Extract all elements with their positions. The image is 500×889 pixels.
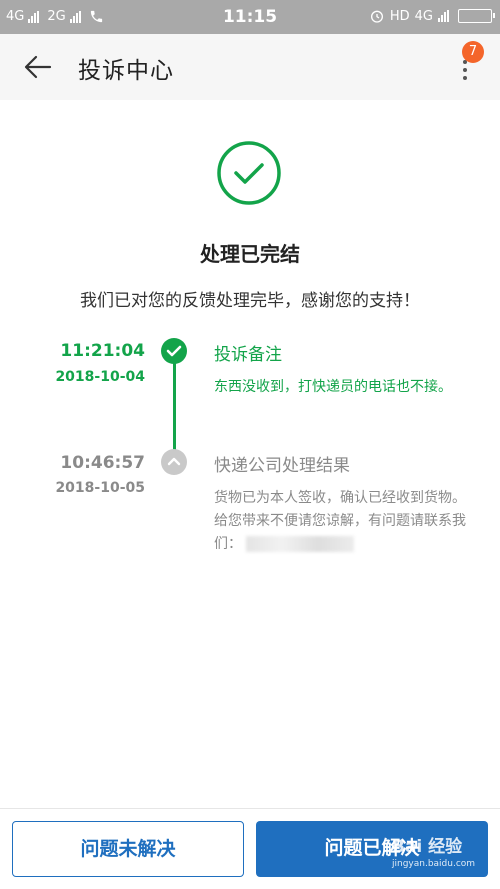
alarm-icon bbox=[370, 10, 383, 23]
network-label-3: 4G bbox=[414, 8, 433, 24]
hd-label: HD bbox=[389, 8, 410, 24]
bottom-divider bbox=[0, 808, 500, 809]
timeline-node-check-icon bbox=[161, 338, 187, 364]
notification-badge: 7 bbox=[462, 41, 484, 63]
watermark-brand: Bai 经验 bbox=[392, 837, 463, 857]
timeline-title-2: 快递公司处理结果 bbox=[214, 456, 350, 476]
back-arrow-icon[interactable] bbox=[24, 54, 52, 80]
watermark-url: jingyan.baidu.com bbox=[392, 859, 476, 869]
page-title: 投诉中心 bbox=[78, 58, 174, 84]
battery-icon bbox=[458, 9, 495, 23]
timeline-body-2: 货物已为本人签收，确认已经收到货物。给您带来不便请您谅解，有问题请联系我们： bbox=[214, 487, 476, 556]
timeline-body-1: 东西没收到，打快递员的电话也不接。 bbox=[214, 379, 452, 395]
baidu-watermark: Bai 经验 jingyan.baidu.com bbox=[392, 832, 492, 869]
app-header: 投诉中心 7 bbox=[0, 34, 500, 100]
check-circle-icon bbox=[217, 141, 281, 205]
signal-icon-3 bbox=[438, 10, 449, 22]
timeline-time-1: 11:21:04 bbox=[60, 341, 145, 361]
timeline-node-chevron-up-icon bbox=[161, 449, 187, 475]
timeline-connector bbox=[173, 352, 176, 460]
timeline-date-2: 2018-10-05 bbox=[55, 480, 145, 496]
result-subtitle: 我们已对您的反馈处理完毕，感谢您的支持！ bbox=[80, 291, 420, 311]
redacted-contact bbox=[246, 536, 354, 552]
result-title: 处理已完结 bbox=[200, 242, 300, 266]
more-options-icon[interactable] bbox=[458, 60, 472, 86]
status-bar: 4G 2G 11:15 HD 4G bbox=[0, 0, 500, 34]
timeline-title-1: 投诉备注 bbox=[214, 345, 282, 365]
timeline-time-2: 10:46:57 bbox=[60, 453, 145, 473]
timeline-date-1: 2018-10-04 bbox=[55, 369, 145, 385]
issue-unresolved-button[interactable]: 问题未解决 bbox=[12, 821, 244, 877]
status-right-group: HD 4G bbox=[369, 8, 495, 24]
